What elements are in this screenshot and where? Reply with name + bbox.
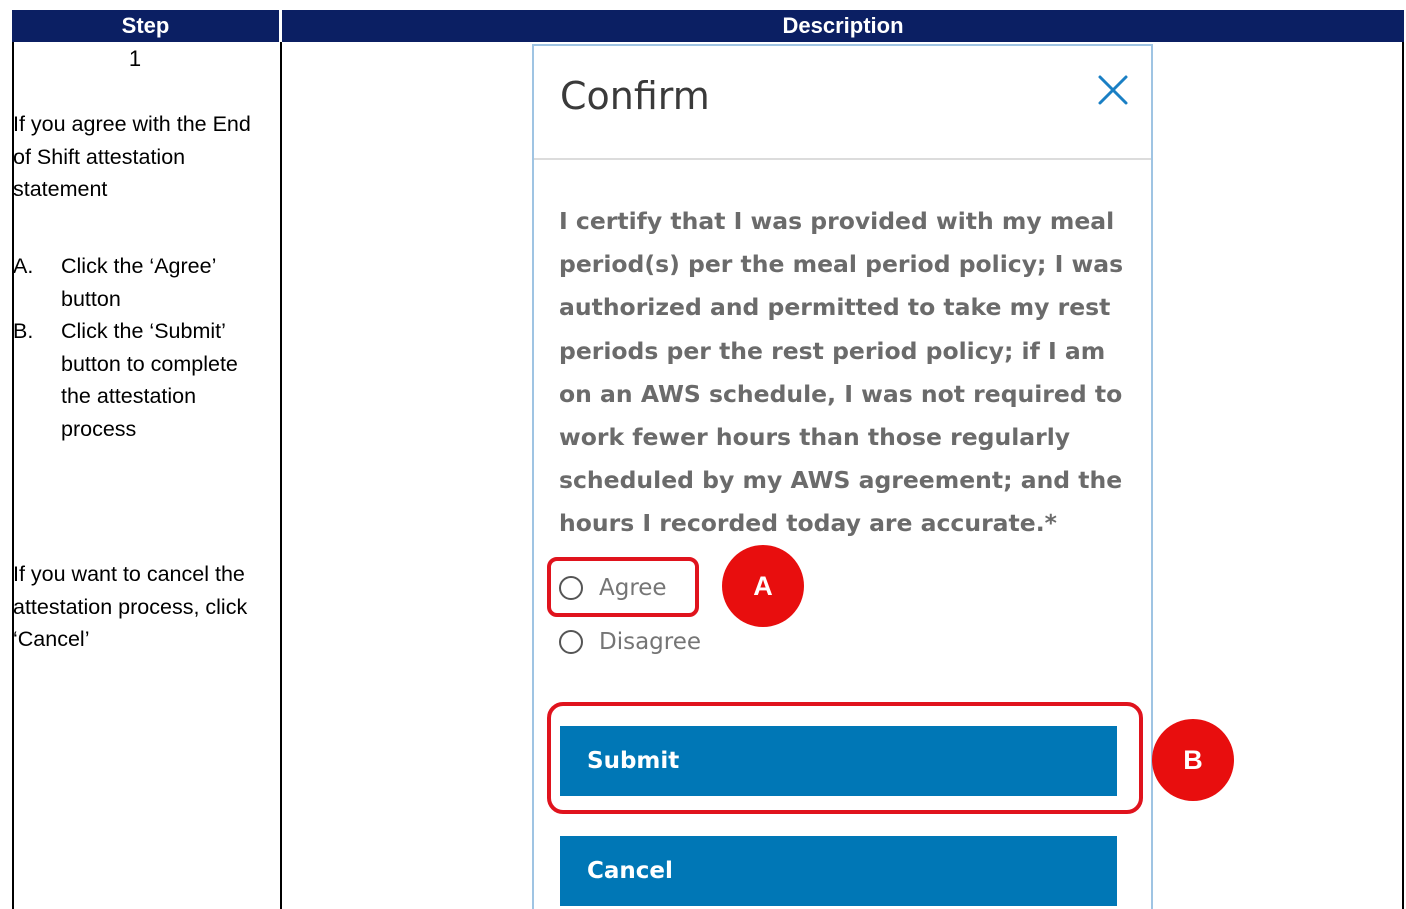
cancel-button[interactable]: Cancel: [560, 836, 1117, 906]
table-border-right: [1402, 42, 1404, 909]
instruction-item-a: A. Click the ‘Agree’ button: [13, 250, 263, 315]
dialog-title: Confirm: [560, 74, 710, 118]
callout-marker-a: A: [722, 545, 804, 627]
instruction-intro: If you agree with the End of Shift attes…: [13, 112, 251, 201]
disagree-radio-label[interactable]: Disagree: [599, 629, 701, 655]
disagree-radio-option[interactable]: Disagree: [559, 624, 701, 660]
table-border-middle: [280, 42, 282, 909]
table-header: Step Description: [12, 10, 1404, 42]
header-step: Step: [121, 13, 170, 38]
instruction-letter-a: A.: [13, 254, 34, 278]
dialog-divider: [534, 158, 1151, 160]
instruction-cancel-note: If you want to cancel the attestation pr…: [13, 562, 248, 651]
step-number: 1: [128, 46, 142, 71]
instruction-letter-b: B.: [13, 319, 34, 343]
highlight-box-agree: [547, 557, 699, 617]
disagree-radio-button[interactable]: [559, 630, 583, 654]
header-description: Description: [782, 13, 904, 38]
instruction-list: A. Click the ‘Agree’ button B. Click the…: [13, 250, 263, 445]
close-icon[interactable]: [1095, 72, 1131, 108]
attestation-statement: I certify that I was provided with my me…: [559, 207, 1124, 538]
instruction-text-a: Click the ‘Agree’ button: [61, 254, 216, 311]
highlight-box-submit: [547, 702, 1143, 814]
instruction-item-b: B. Click the ‘Submit’ button to complete…: [13, 315, 263, 445]
callout-marker-b: B: [1152, 719, 1234, 801]
instruction-text-b: Click the ‘Submit’ button to complete th…: [61, 319, 238, 441]
